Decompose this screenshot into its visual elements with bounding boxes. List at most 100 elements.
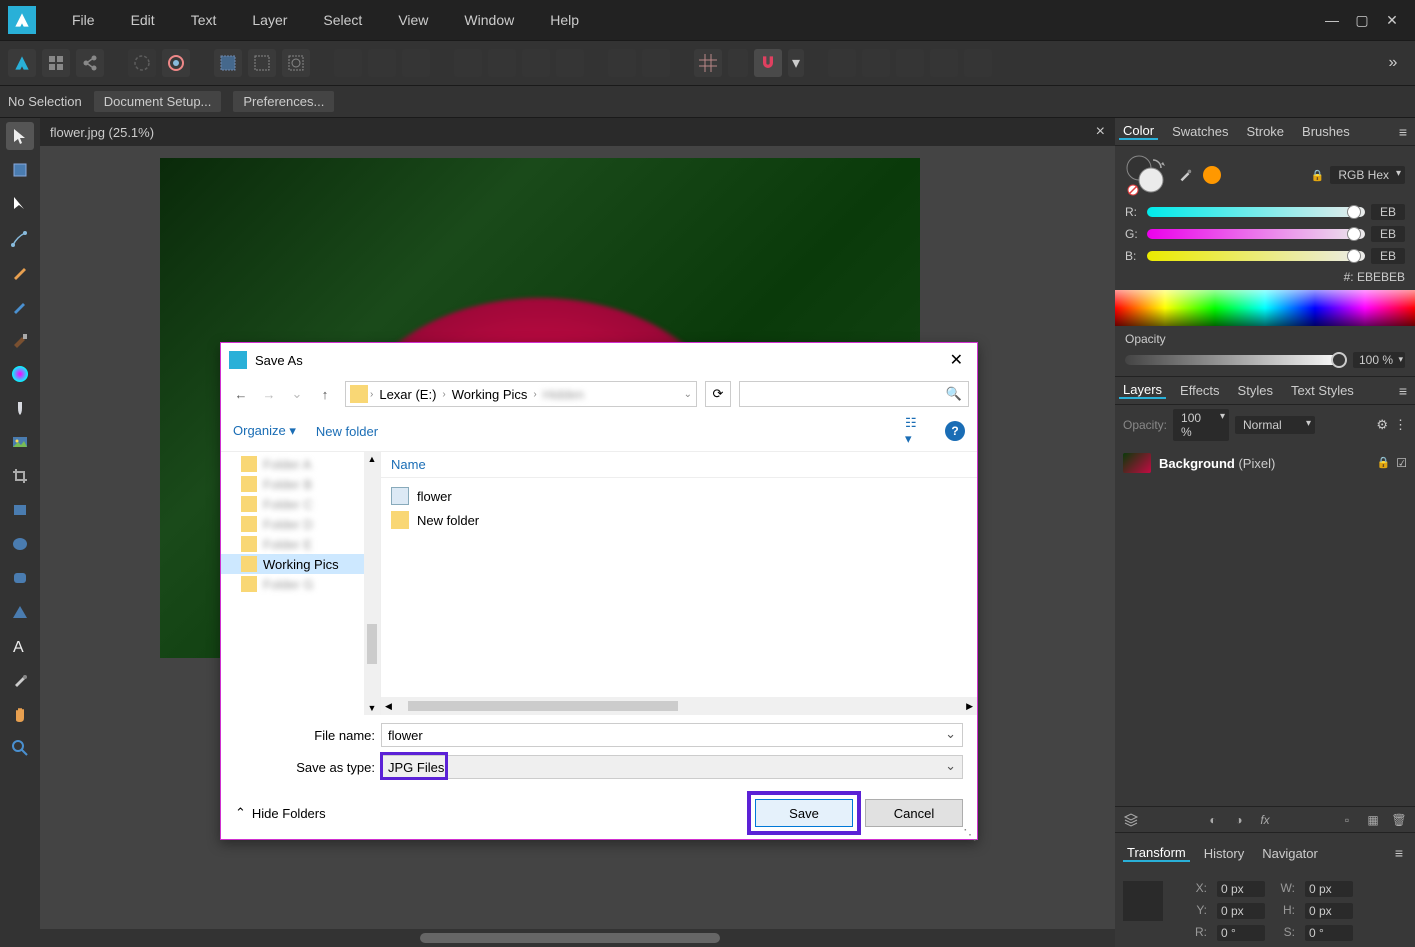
layer-visible-checkbox[interactable]: ☑: [1396, 456, 1407, 470]
tab-transform[interactable]: Transform: [1123, 845, 1190, 862]
snap-options-icon[interactable]: [728, 49, 748, 77]
filename-input[interactable]: flower: [381, 723, 963, 747]
tree-item[interactable]: Folder C: [221, 494, 380, 514]
color-format-dropdown[interactable]: RGB Hex: [1330, 166, 1405, 184]
tab-effects[interactable]: Effects: [1176, 383, 1224, 398]
r-value[interactable]: EB: [1371, 204, 1405, 220]
node-tool[interactable]: [6, 190, 34, 218]
fill-tool[interactable]: [6, 360, 34, 388]
menu-help[interactable]: Help: [532, 12, 597, 28]
save-button[interactable]: Save: [755, 799, 853, 827]
b-slider[interactable]: [1147, 251, 1365, 261]
menu-layer[interactable]: Layer: [234, 12, 305, 28]
deselect-icon[interactable]: [248, 49, 276, 77]
boolean-divide-icon[interactable]: [964, 49, 992, 77]
search-box[interactable]: 🔍: [739, 381, 969, 407]
x-value[interactable]: 0 px: [1217, 881, 1265, 897]
menu-file[interactable]: File: [54, 12, 113, 28]
tab-layers[interactable]: Layers: [1119, 382, 1166, 399]
snap-dropdown[interactable]: ▾: [788, 49, 804, 77]
file-item[interactable]: flower: [391, 484, 967, 508]
layer-settings-icon[interactable]: ⚙: [1376, 417, 1388, 433]
boolean-intersect-icon[interactable]: [896, 49, 924, 77]
flip-h-icon[interactable]: [454, 49, 482, 77]
tab-text-styles[interactable]: Text Styles: [1287, 383, 1358, 398]
tab-styles[interactable]: Styles: [1234, 383, 1277, 398]
tree-item[interactable]: Folder G: [221, 574, 380, 594]
resize-grip[interactable]: [963, 825, 975, 837]
brush-tool[interactable]: [6, 292, 34, 320]
add-layer-icon[interactable]: ▫: [1339, 812, 1355, 828]
dialog-close-button[interactable]: ✕: [944, 350, 969, 370]
menu-text[interactable]: Text: [173, 12, 235, 28]
invert-selection-icon[interactable]: [282, 49, 310, 77]
menu-edit[interactable]: Edit: [113, 12, 173, 28]
organize-menu[interactable]: Organize ▾: [233, 423, 296, 439]
move-tool[interactable]: [6, 122, 34, 150]
anchor-selector[interactable]: [1123, 881, 1163, 921]
group-icon[interactable]: [608, 49, 636, 77]
group-layer-icon[interactable]: ▦: [1365, 812, 1381, 828]
rounded-rectangle-tool[interactable]: [6, 564, 34, 592]
triangle-tool[interactable]: [6, 598, 34, 626]
tree-item[interactable]: Folder D: [221, 514, 380, 534]
color-picker-tool[interactable]: [6, 666, 34, 694]
arrange-icon[interactable]: [42, 49, 70, 77]
window-minimize[interactable]: —: [1317, 12, 1347, 28]
menu-select[interactable]: Select: [305, 12, 380, 28]
layer-row[interactable]: Background (Pixel) 🔒 ☑: [1119, 449, 1411, 477]
paint-tool[interactable]: [6, 326, 34, 354]
tree-scrollbar[interactable]: ▲▼: [364, 452, 380, 715]
column-header-name[interactable]: Name: [381, 452, 977, 478]
reset-icon[interactable]: [128, 49, 156, 77]
align-left-icon[interactable]: [334, 49, 362, 77]
crop-tool[interactable]: [6, 462, 34, 490]
hand-tool[interactable]: [6, 700, 34, 728]
layer-more-icon[interactable]: ⋮: [1394, 417, 1407, 433]
tree-item[interactable]: Folder A: [221, 454, 380, 474]
rotate-right-icon[interactable]: [556, 49, 584, 77]
snap-magnet-icon[interactable]: [754, 49, 782, 77]
align-right-icon[interactable]: [402, 49, 430, 77]
w-value[interactable]: 0 px: [1305, 881, 1353, 897]
layer-lock-icon[interactable]: 🔒: [1377, 456, 1391, 470]
spectrum-picker[interactable]: [1115, 290, 1415, 326]
boolean-xor-icon[interactable]: [930, 49, 958, 77]
new-folder-button[interactable]: New folder: [316, 424, 378, 439]
boolean-add-icon[interactable]: [828, 49, 856, 77]
lock-icon[interactable]: 🔒: [1311, 169, 1325, 182]
mask-icon[interactable]: ◐: [1205, 812, 1221, 828]
menu-window[interactable]: Window: [446, 12, 532, 28]
nav-back[interactable]: ←: [229, 387, 253, 402]
nav-recent[interactable]: ⌄: [285, 386, 309, 402]
tab-swatches[interactable]: Swatches: [1168, 124, 1232, 139]
tab-navigator[interactable]: Navigator: [1258, 846, 1322, 861]
rectangle-tool[interactable]: [6, 496, 34, 524]
file-item[interactable]: New folder: [391, 508, 967, 532]
r-value[interactable]: 0 °: [1217, 925, 1265, 941]
text-tool[interactable]: A: [6, 632, 34, 660]
grid-icon[interactable]: [694, 49, 722, 77]
blend-mode-dropdown[interactable]: Normal: [1235, 416, 1315, 434]
globe-icon[interactable]: [162, 49, 190, 77]
tab-history[interactable]: History: [1200, 846, 1248, 861]
panel-menu-icon[interactable]: ≡: [1395, 124, 1411, 140]
s-value[interactable]: 0 °: [1305, 925, 1353, 941]
nav-forward[interactable]: →: [257, 387, 281, 402]
rotate-left-icon[interactable]: [522, 49, 550, 77]
g-value[interactable]: EB: [1371, 226, 1405, 242]
recent-color[interactable]: [1203, 166, 1221, 184]
window-close[interactable]: ✕: [1377, 12, 1407, 29]
preferences-button[interactable]: Preferences...: [233, 91, 334, 112]
tab-close[interactable]: ×: [1096, 123, 1105, 141]
hex-value[interactable]: #: EBEBEB: [1125, 270, 1405, 284]
stack-icon[interactable]: [1123, 812, 1139, 828]
path-dropdown[interactable]: ⌄: [684, 389, 692, 400]
tab-color[interactable]: Color: [1119, 123, 1158, 140]
delete-layer-icon[interactable]: 🗑: [1391, 812, 1407, 828]
window-maximize[interactable]: ▢: [1347, 12, 1377, 29]
path-bar[interactable]: › Lexar (E:) › Working Pics › Hidden ⌄: [345, 381, 697, 407]
select-all-icon[interactable]: [214, 49, 242, 77]
pencil-tool[interactable]: [6, 258, 34, 286]
r-slider[interactable]: [1147, 207, 1365, 217]
